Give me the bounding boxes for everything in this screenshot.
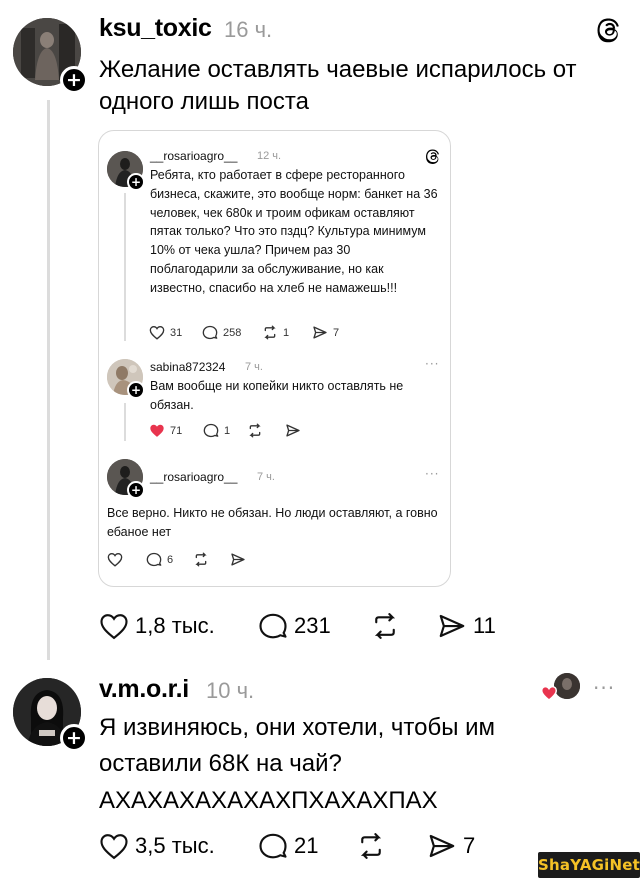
repost-icon bbox=[249, 423, 261, 438]
repost-button[interactable] bbox=[370, 612, 400, 640]
comment-button[interactable]: 258 bbox=[202, 325, 241, 340]
repost-icon bbox=[374, 613, 396, 639]
heart-icon bbox=[100, 834, 128, 860]
like-count: 71 bbox=[170, 424, 183, 437]
thread-line bbox=[47, 100, 50, 660]
like-count: 31 bbox=[170, 326, 183, 339]
comment-button[interactable]: 1 bbox=[203, 423, 230, 438]
like-button[interactable] bbox=[107, 552, 123, 567]
share-icon bbox=[286, 424, 300, 437]
more-options-icon[interactable]: ··· bbox=[593, 676, 615, 700]
post-body-text: Желание оставлять чаевые испарилось от о… bbox=[99, 56, 577, 115]
thread-line bbox=[124, 403, 126, 441]
like-button[interactable]: 3,5 тыс. bbox=[99, 832, 215, 860]
like-count: 3,5 тыс. bbox=[135, 833, 215, 858]
follow-plus-button[interactable]: + bbox=[127, 381, 145, 399]
share-icon bbox=[429, 834, 455, 858]
repost-button[interactable] bbox=[193, 552, 209, 567]
share-button[interactable]: 11 bbox=[437, 612, 496, 640]
share-icon bbox=[313, 326, 327, 339]
share-count: 11 bbox=[473, 613, 496, 638]
comment-button[interactable]: 6 bbox=[146, 552, 173, 567]
comment-count: 1 bbox=[224, 424, 231, 437]
more-options-icon[interactable]: ··· bbox=[425, 467, 439, 481]
heart-filled-icon bbox=[540, 685, 558, 701]
thread-line bbox=[124, 193, 126, 341]
share-count: 7 bbox=[333, 326, 340, 339]
threads-logo-icon[interactable] bbox=[596, 16, 622, 44]
reply-time: 7 ч. bbox=[257, 471, 275, 483]
heart-icon bbox=[107, 553, 123, 567]
reply-username[interactable]: sabina872324 bbox=[150, 360, 225, 374]
post-time: 10 ч. bbox=[206, 678, 255, 703]
heart-icon bbox=[100, 614, 128, 640]
watermark-logo: ShaYAGiNet bbox=[538, 852, 640, 878]
post-username[interactable]: ksu_toxic bbox=[99, 14, 212, 43]
comment-icon bbox=[202, 325, 218, 340]
quoted-body-text: Ребята, кто работает в сфере ресторанног… bbox=[150, 168, 438, 295]
repost-icon bbox=[264, 325, 276, 340]
share-button[interactable] bbox=[285, 423, 301, 438]
follow-plus-button[interactable]: + bbox=[60, 66, 88, 94]
repost-count: 1 bbox=[283, 326, 290, 339]
share-button[interactable] bbox=[230, 552, 246, 567]
share-button[interactable]: 7 bbox=[312, 325, 339, 340]
post-time: 16 ч. bbox=[224, 17, 273, 42]
share-count: 7 bbox=[463, 833, 476, 858]
comment-button[interactable]: 231 bbox=[258, 612, 331, 640]
comment-count: 258 bbox=[223, 326, 242, 339]
like-button[interactable]: 71 bbox=[149, 423, 182, 438]
comment-button[interactable]: 21 bbox=[258, 832, 318, 860]
quoted-username[interactable]: __rosarioagro__ bbox=[150, 149, 237, 163]
repost-button[interactable] bbox=[356, 832, 386, 860]
post-body-text: Я извиняюсь, они хотели, чтобы им остави… bbox=[99, 714, 496, 814]
quoted-thread-card[interactable]: + __rosarioagro__ 12 ч. Ребята, кто рабо… bbox=[98, 130, 451, 587]
heart-icon bbox=[149, 326, 165, 340]
share-button[interactable]: 7 bbox=[427, 832, 475, 860]
threads-logo-icon bbox=[425, 148, 441, 165]
repost-button[interactable] bbox=[247, 423, 263, 438]
follow-plus-button[interactable]: + bbox=[127, 173, 145, 191]
comment-count: 6 bbox=[167, 553, 174, 566]
comment-count: 21 bbox=[294, 833, 319, 858]
comment-icon bbox=[259, 613, 287, 639]
quoted-time: 12 ч. bbox=[257, 150, 282, 162]
reply-time: 7 ч. bbox=[245, 361, 263, 373]
repost-icon bbox=[360, 833, 382, 859]
share-icon bbox=[439, 614, 465, 638]
like-button[interactable]: 1,8 тыс. bbox=[99, 612, 215, 640]
comment-icon bbox=[146, 552, 162, 567]
comment-icon bbox=[203, 423, 219, 438]
reply-username[interactable]: __rosarioagro__ bbox=[150, 470, 237, 484]
repost-icon bbox=[195, 552, 207, 567]
comment-count: 231 bbox=[294, 613, 331, 638]
follow-plus-button[interactable]: + bbox=[60, 724, 88, 752]
like-count: 1,8 тыс. bbox=[135, 613, 215, 638]
heart-filled-icon bbox=[150, 424, 164, 437]
liked-by-indicator[interactable] bbox=[540, 673, 580, 705]
reply-body-text: Вам вообще ни копейки никто оставлять не… bbox=[150, 379, 404, 412]
repost-button[interactable]: 1 bbox=[262, 325, 289, 340]
comment-icon bbox=[259, 833, 287, 859]
reply-body-text: Все верно. Никто не обязан. Но люди оста… bbox=[107, 506, 438, 539]
like-button[interactable]: 31 bbox=[149, 325, 182, 340]
share-icon bbox=[231, 553, 245, 566]
follow-plus-button[interactable]: + bbox=[127, 481, 145, 499]
more-options-icon[interactable]: ··· bbox=[425, 357, 439, 371]
post-username[interactable]: v.m.o.r.i bbox=[99, 675, 189, 704]
